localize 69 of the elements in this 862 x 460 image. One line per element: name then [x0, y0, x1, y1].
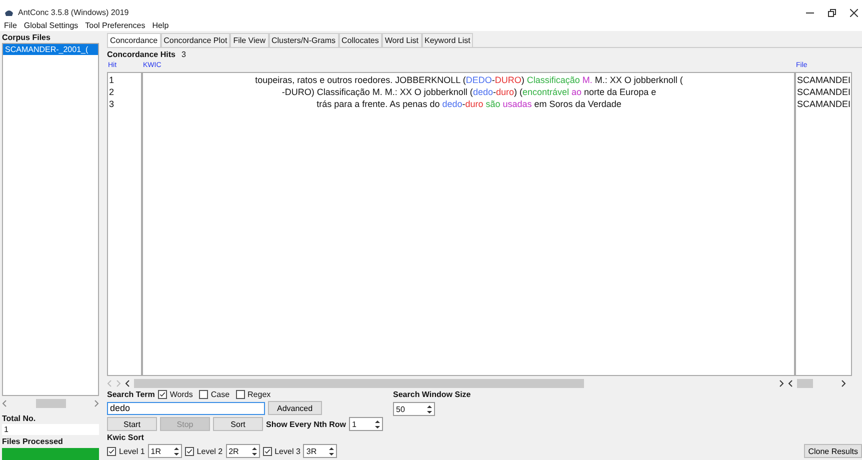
menu-item[interactable]: Help	[152, 21, 169, 30]
kwic-sort-label: Kwic Sort	[107, 433, 145, 442]
spinner-arrows-icon[interactable]	[373, 418, 382, 430]
level-field[interactable]: 1R	[148, 444, 182, 458]
table-cell-text: 2	[108, 86, 116, 98]
checkbox[interactable]	[236, 390, 245, 399]
tab[interactable]: Collocates	[338, 33, 382, 47]
app-icon	[4, 8, 14, 17]
tab[interactable]: Clusters/N-Grams	[268, 33, 339, 47]
search-label: Search Term	[107, 390, 155, 399]
hits-count: 3	[181, 50, 186, 59]
nth-row-label: Show Every Nth Row	[266, 420, 346, 428]
action-button[interactable]: Start	[107, 417, 157, 431]
table-cell-text: -DURO) Classificação M. M.: XX O jobberknoll (dedo-duro) (encontrável ao norte da Europa e	[280, 86, 658, 98]
spinner-arrows-icon[interactable]	[425, 404, 434, 414]
checkbox-label: Regex	[248, 390, 271, 399]
tab[interactable]: File View	[230, 33, 268, 47]
clone-results-button[interactable]: Clone Results	[804, 444, 862, 458]
nth-row-field[interactable]: 1	[349, 417, 384, 431]
menu-item[interactable]: Global Settings	[24, 21, 78, 30]
spinner-arrows-icon[interactable]	[250, 446, 259, 456]
level-field[interactable]: 3R	[303, 444, 338, 458]
checkbox[interactable]	[107, 446, 116, 456]
search-field[interactable]: dedo	[107, 402, 265, 414]
action-button[interactable]: Sort	[213, 417, 263, 431]
hits-label: Concordance Hits	[107, 50, 176, 59]
table-cell: SCAMANDEI	[796, 86, 851, 98]
scroll-left-icon[interactable]	[125, 380, 130, 386]
checkbox[interactable]	[262, 446, 272, 456]
scroll-left-icon[interactable]	[788, 380, 793, 386]
checkbox[interactable]	[184, 446, 194, 456]
scroll-right-icon[interactable]	[779, 380, 784, 386]
table-cell: SCAMANDEI	[796, 74, 851, 86]
table-cell-text: trás para a frente. As penas do dedo-duro são usadas em Soros da Verdade	[316, 98, 622, 110]
tab[interactable]: Concordance	[107, 33, 161, 47]
table-cell: SCAMANDEI	[796, 98, 851, 110]
close-icon[interactable]	[850, 8, 858, 16]
level-field[interactable]: 2R	[226, 444, 260, 458]
checkbox[interactable]	[198, 390, 208, 399]
checkbox[interactable]	[158, 390, 167, 399]
spinner-arrows-icon[interactable]	[172, 446, 181, 456]
tab[interactable]: Word List	[382, 33, 422, 47]
scrollbar-thumb[interactable]	[797, 378, 813, 388]
checkbox-label: Case	[210, 390, 230, 399]
scroll-right-icon[interactable]	[841, 380, 846, 386]
level-label: Level 2	[196, 446, 223, 456]
table-cell-text: 1	[108, 74, 116, 86]
table-cell-text: toupeiras, ratos e outros roedores. JOBBERKNOLL (DEDO-DURO) Classificação M. M.: XX O jobberknoll (	[254, 74, 684, 86]
table-cell-text: 3	[108, 98, 116, 110]
scrollbar-thumb[interactable]	[134, 378, 584, 388]
total-label: Total No.	[2, 414, 37, 423]
window-title: AntConc 3.5.8 (Windows) 2019	[18, 8, 129, 17]
window-size-label: Search Window Size	[393, 390, 471, 399]
window-size-field[interactable]: 50	[393, 402, 436, 416]
tab[interactable]: Keyword List	[422, 33, 474, 47]
total-value: 1	[2, 424, 99, 435]
panel-title: Corpus Files	[2, 33, 52, 42]
checkbox-label: Words	[170, 390, 193, 399]
tab[interactable]: Concordance Plot	[160, 33, 230, 47]
level-label: Level 1	[119, 446, 145, 456]
progress-label: Files Processed	[2, 437, 64, 446]
advanced-button[interactable]: Advanced	[268, 401, 322, 415]
menu-item[interactable]: File	[4, 21, 17, 30]
level-label: Level 3	[274, 446, 300, 456]
restore-icon[interactable]	[828, 8, 836, 16]
file-item[interactable]: SCAMANDER-_2001_(	[3, 44, 98, 55]
menu-item[interactable]: Tool Preferences	[85, 21, 146, 30]
scrollbar-thumb[interactable]	[36, 398, 66, 408]
spinner-arrows-icon[interactable]	[327, 446, 336, 456]
